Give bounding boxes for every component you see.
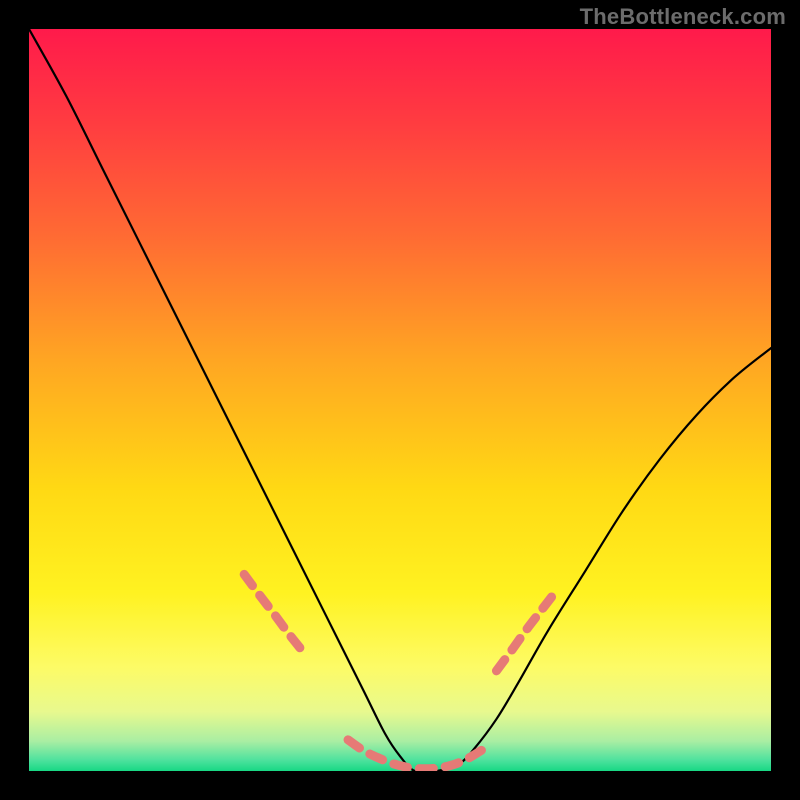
bottleneck-curve xyxy=(29,29,771,771)
chart-curve-layer xyxy=(29,29,771,771)
plot-area xyxy=(29,29,771,771)
highlight-segment xyxy=(244,574,303,652)
highlight-segments xyxy=(244,574,556,768)
watermark-text: TheBottleneck.com xyxy=(580,4,786,30)
highlight-segment xyxy=(348,740,482,769)
chart-frame: TheBottleneck.com xyxy=(0,0,800,800)
